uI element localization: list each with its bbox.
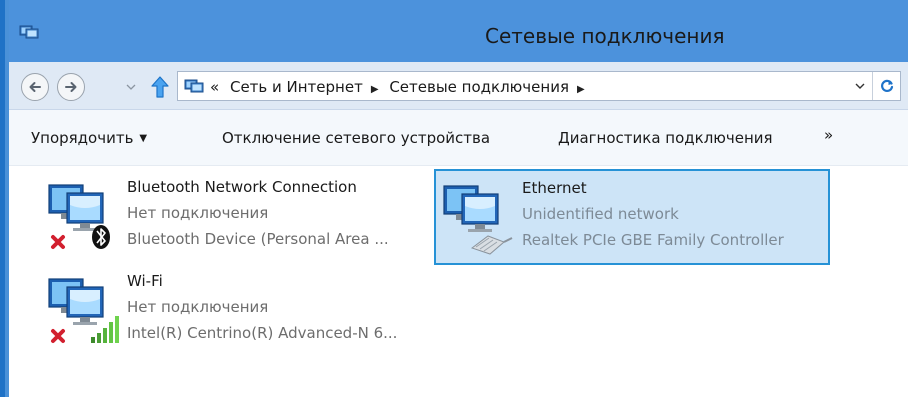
title-bar[interactable]: Сетевые подключения <box>9 0 908 62</box>
arrow-left-icon <box>29 82 41 92</box>
more-commands-button[interactable]: » <box>824 126 833 144</box>
breadcrumb-overflow[interactable]: « <box>210 78 219 96</box>
connection-device: Intel(R) Centrino(R) Advanced-N 6... <box>127 324 398 342</box>
breadcrumb-separator[interactable]: ▶ <box>371 84 379 95</box>
connection-item-wifi[interactable]: Wi-Fi Нет подключения Intel(R) Centrino(… <box>41 264 441 354</box>
organize-label: Упорядочить <box>31 129 134 147</box>
diagnose-connection-button[interactable]: Диагностика подключения <box>558 129 773 147</box>
arrow-right-icon <box>65 82 77 92</box>
connection-status: Нет подключения <box>127 298 269 316</box>
breadcrumb-separator[interactable]: ▶ <box>577 84 585 95</box>
up-arrow-icon[interactable] <box>149 75 171 99</box>
breadcrumb: « Сеть и Интернет ▶ Сетевые подключения ▶ <box>210 78 591 96</box>
wifi-network-icon <box>48 278 119 343</box>
network-folder-icon <box>184 79 204 93</box>
connection-name: Wi-Fi <box>127 272 163 290</box>
connection-status: Unidentified network <box>522 205 679 223</box>
connection-item-bluetooth[interactable]: Bluetooth Network Connection Нет подключ… <box>41 170 441 260</box>
connection-name: Ethernet <box>522 179 587 197</box>
connection-device: Bluetooth Device (Personal Area ... <box>127 230 389 248</box>
navigation-bar: « Сеть и Интернет ▶ Сетевые подключения ▶ <box>9 62 908 110</box>
back-button[interactable] <box>21 73 49 101</box>
connection-status: Нет подключения <box>127 204 269 222</box>
network-folder-icon <box>19 25 39 39</box>
refresh-button[interactable] <box>872 72 900 100</box>
window-title: Сетевые подключения <box>485 24 725 48</box>
chevron-down-icon[interactable] <box>854 80 866 92</box>
connection-device: Realtek PCIe GBE Family Controller <box>522 231 784 249</box>
disable-device-button[interactable]: Отключение сетевого устройства <box>222 129 490 147</box>
breadcrumb-network-connections[interactable]: Сетевые подключения <box>389 78 569 96</box>
window-left-border <box>0 0 9 397</box>
caret-down-icon: ▼ <box>139 133 148 144</box>
connection-name: Bluetooth Network Connection <box>127 178 357 196</box>
refresh-icon <box>880 79 893 92</box>
bluetooth-network-icon <box>48 184 110 249</box>
command-bar: Упорядочить ▼ Отключение сетевого устройс… <box>9 110 908 166</box>
recent-locations-dropdown-icon[interactable] <box>125 82 137 92</box>
connections-list: Bluetooth Network Connection Нет подключ… <box>9 166 908 397</box>
organize-menu-button[interactable]: Упорядочить ▼ <box>31 129 147 147</box>
address-bar[interactable]: « Сеть и Интернет ▶ Сетевые подключения ▶ <box>177 71 901 101</box>
connection-item-ethernet[interactable]: Ethernet Unidentified network Realtek PC… <box>434 169 830 265</box>
ethernet-network-icon <box>443 185 513 255</box>
forward-button[interactable] <box>57 73 85 101</box>
breadcrumb-network-internet[interactable]: Сеть и Интернет <box>230 78 363 96</box>
